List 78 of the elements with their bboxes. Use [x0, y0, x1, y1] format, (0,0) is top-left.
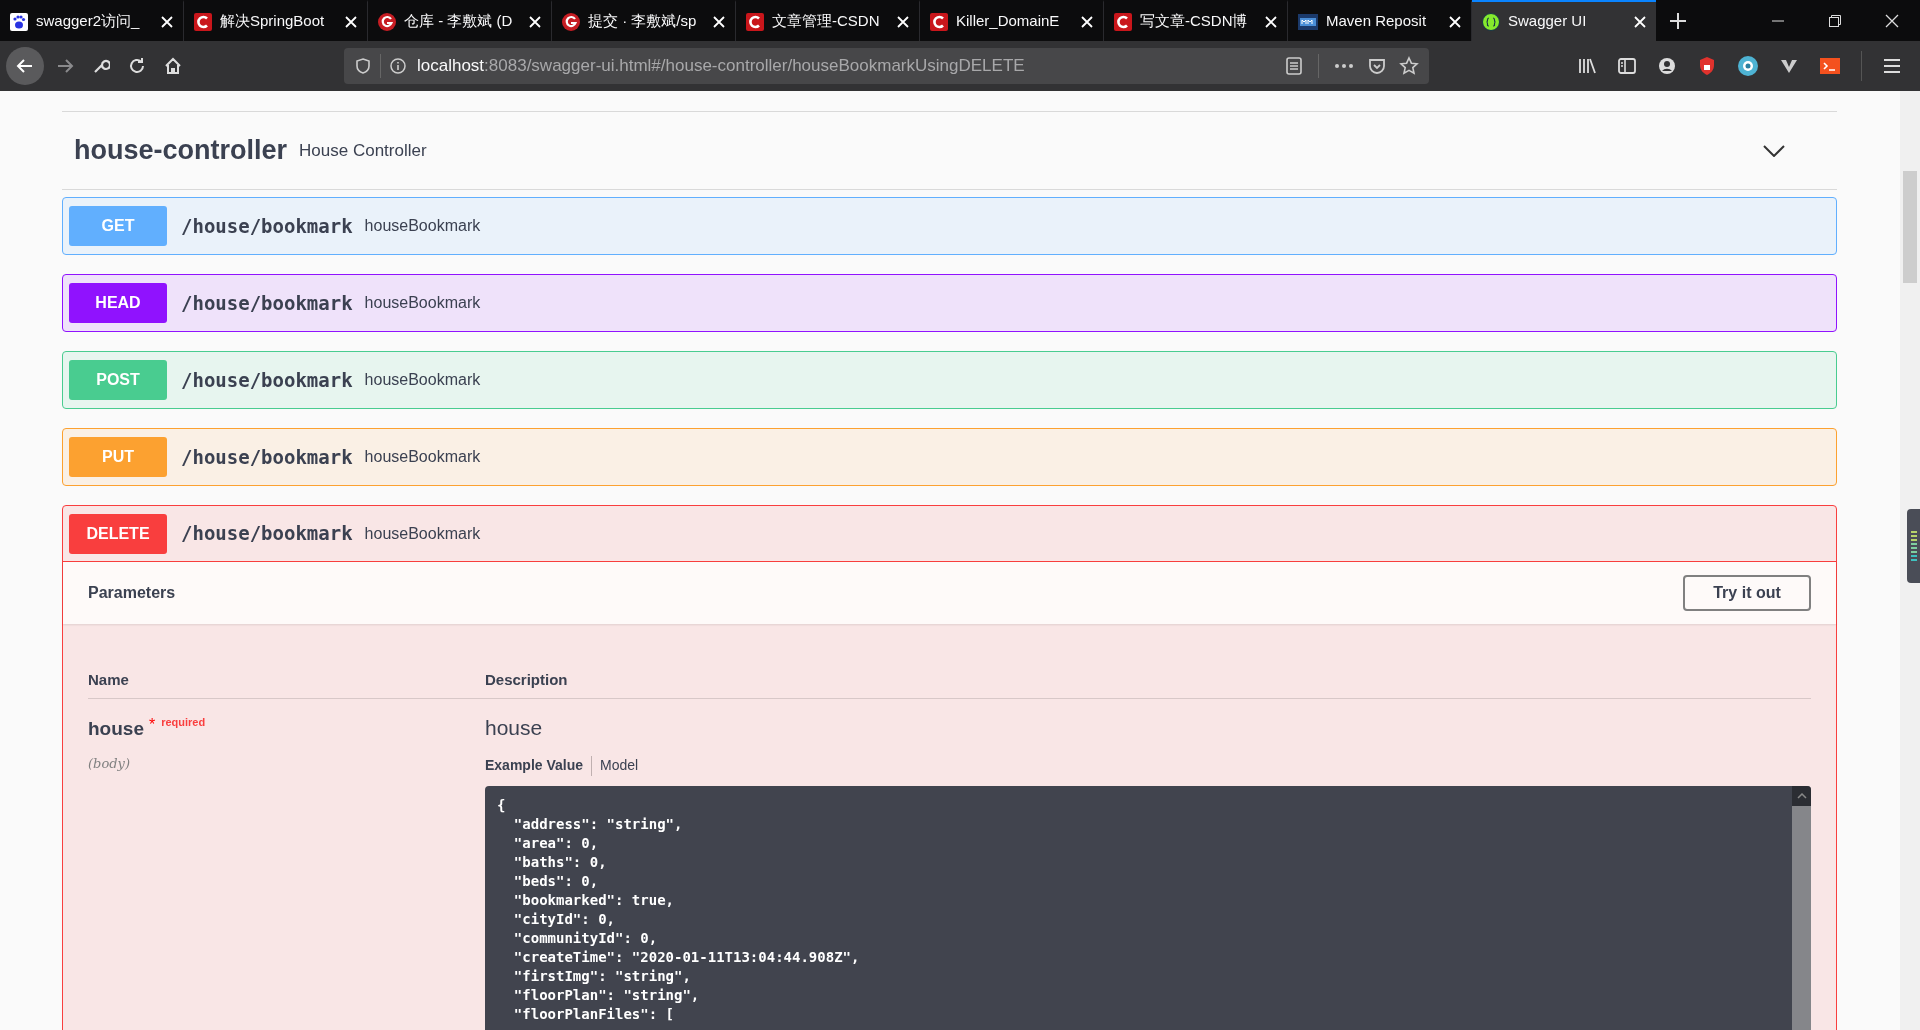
braces-logo-icon — [1482, 12, 1500, 31]
endpoint-summary: houseBookmark — [364, 293, 481, 313]
account-icon[interactable] — [1657, 56, 1677, 76]
example-tab[interactable]: Model — [600, 755, 639, 776]
endpoint-summary: houseBookmark — [364, 216, 481, 236]
m-logo-icon — [1298, 13, 1318, 30]
tab-title: 写文章-CSDN博 — [1140, 11, 1249, 32]
close-icon[interactable] — [897, 15, 909, 28]
close-icon[interactable] — [1265, 15, 1277, 28]
endpoint-path[interactable]: /house/bookmark — [181, 288, 353, 318]
method-badge[interactable]: HEAD — [69, 283, 167, 323]
c-logo-icon — [930, 12, 948, 31]
library-icon[interactable] — [1577, 56, 1597, 76]
endpoint-path[interactable]: /house/bookmark — [181, 519, 353, 548]
column-header: Name — [88, 669, 130, 690]
endpoint-path[interactable]: /house/bookmark — [181, 442, 353, 472]
g-logo-icon — [562, 12, 580, 31]
c-logo-icon — [746, 12, 764, 31]
tab-title: 仓库 - 李敷斌 (D — [404, 11, 514, 32]
close-icon[interactable] — [1449, 15, 1461, 28]
parameter-location: (body) — [88, 754, 131, 773]
tab-title: Swagger UI — [1508, 11, 1588, 32]
minimize-icon[interactable] — [1771, 19, 1784, 22]
endpoint-summary: houseBookmark — [364, 370, 481, 390]
c-logo-icon — [1114, 12, 1132, 31]
close-icon[interactable] — [161, 15, 173, 28]
sidebar-icon[interactable] — [1617, 56, 1637, 76]
section-description: House Controller — [299, 139, 427, 162]
endpoint-path[interactable]: /house/bookmark — [181, 365, 353, 395]
scrollbar-thumb[interactable] — [1903, 171, 1917, 283]
required-asterisk: * — [148, 715, 156, 735]
parameter-description: house — [485, 715, 544, 741]
scroll-up-icon[interactable] — [1796, 793, 1807, 799]
code-scrollbar[interactable] — [1792, 786, 1811, 1030]
close-window-icon[interactable] — [1884, 13, 1899, 28]
url-text: localhost:8083/swagger-ui.html#/house-controller/houseBookmarkUsingDELETE — [417, 55, 1025, 78]
c-logo-icon — [194, 12, 212, 31]
column-header: Description — [485, 669, 568, 690]
back-button[interactable] — [6, 47, 44, 85]
example-json-code: { "address": "string", "area": 0, "baths": 0, "beds": 0, "bookmarked": true, "cityId": 0, "communityId": 0, "createTime": "2020-01-11T13:04:44.908Z", "firstImg": "string", "floorPlan": "string", "floorPlanFiles": [ — [496, 796, 861, 1024]
tab-title: swagger2访问_ — [36, 11, 141, 32]
try-it-out-button[interactable]: Try it out — [1683, 575, 1811, 611]
ring-extension-icon[interactable] — [1737, 55, 1759, 77]
tab-title: 文章管理-CSDN — [772, 11, 881, 32]
shield-icon — [354, 57, 372, 75]
tab-title: Maven Reposit — [1326, 11, 1428, 32]
chevron-down-icon[interactable] — [1763, 144, 1785, 157]
example-tab[interactable]: Example Value — [485, 755, 584, 776]
tab-title: Killer_DomainE — [956, 11, 1061, 32]
reader-icon[interactable] — [1284, 56, 1304, 76]
info-icon — [389, 57, 407, 75]
section-title[interactable]: house-controller — [74, 130, 288, 171]
endpoint-summary: houseBookmark — [364, 447, 481, 467]
restore-icon[interactable] — [1828, 14, 1841, 27]
endpoint-path[interactable]: /house/bookmark — [181, 211, 353, 241]
endpoint-summary: houseBookmark — [364, 523, 481, 544]
parameter-name: house — [88, 717, 144, 741]
shield-extension-icon[interactable] — [1697, 56, 1717, 76]
close-icon[interactable] — [345, 15, 357, 28]
star-icon[interactable] — [1399, 56, 1419, 76]
parameters-heading: Parameters — [88, 583, 176, 603]
method-badge[interactable]: DELETE — [69, 513, 167, 554]
menu-icon[interactable] — [1882, 56, 1902, 76]
g-logo-icon — [378, 12, 396, 31]
browser-tab[interactable]: Swagger UI — [1472, 0, 1656, 41]
close-icon[interactable] — [1081, 15, 1093, 28]
tab-title: 提交 · 李敷斌/sp — [588, 11, 698, 32]
pocket-icon[interactable] — [1367, 56, 1387, 76]
address-bar[interactable]: localhost:8083/swagger-ui.html#/house-controller/houseBookmarkUsingDELETE — [344, 48, 1429, 84]
tab-title: 解决SpringBoot — [220, 11, 326, 32]
close-icon[interactable] — [529, 15, 541, 28]
close-icon[interactable] — [1634, 15, 1646, 28]
required-label: required — [161, 715, 206, 729]
terminal-extension-icon[interactable] — [1819, 56, 1841, 76]
new-tab-icon[interactable] — [1669, 11, 1687, 30]
paw-icon — [10, 12, 28, 31]
scrollbar[interactable] — [1900, 91, 1920, 1030]
close-icon[interactable] — [713, 15, 725, 28]
